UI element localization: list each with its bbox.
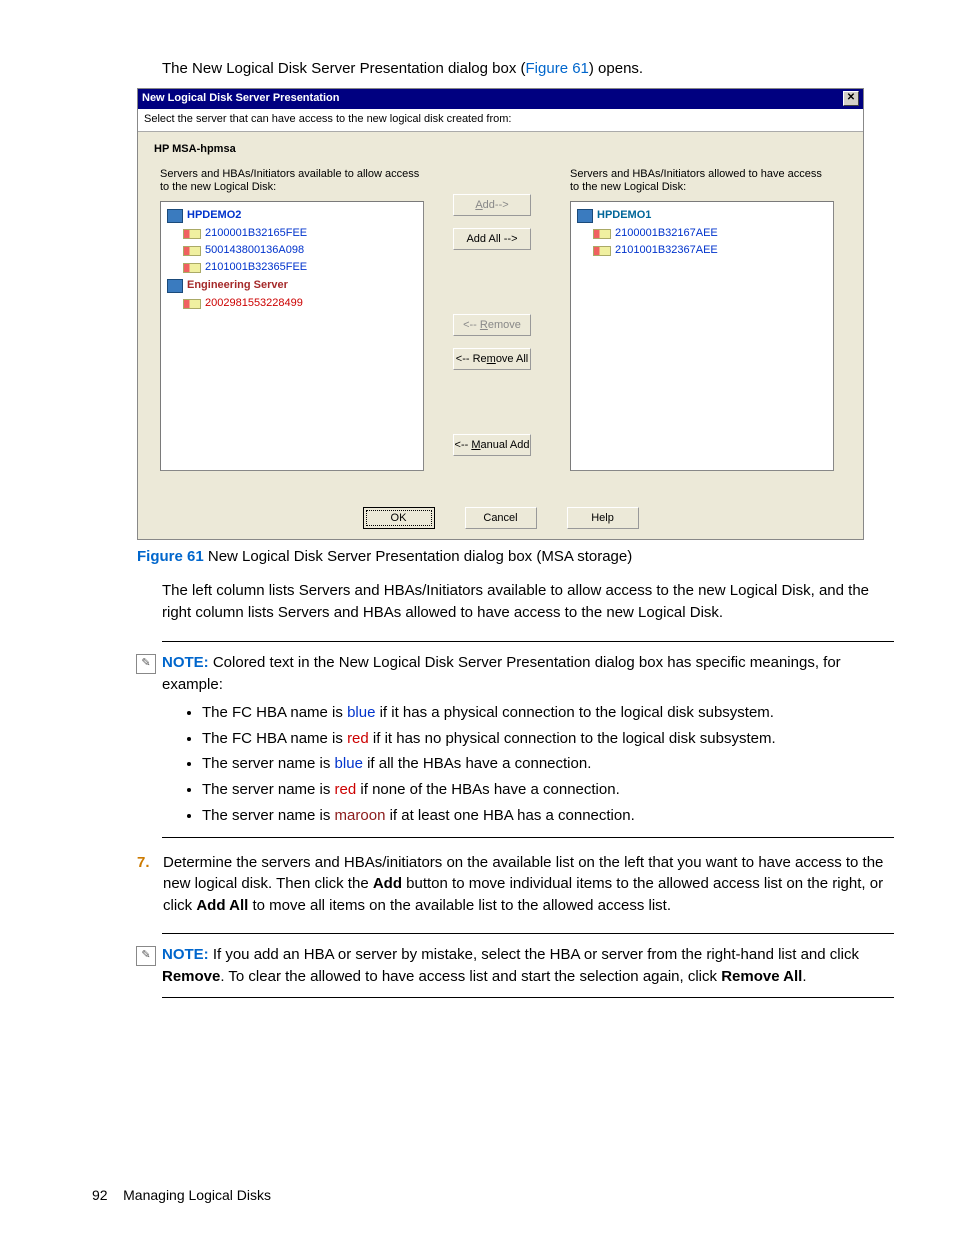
cancel-button[interactable]: Cancel (465, 507, 537, 529)
note-label: NOTE: (162, 654, 209, 671)
figure-label: Figure 61 (137, 548, 204, 565)
hba-row[interactable]: 500143800136A098 (183, 243, 417, 259)
available-caption: Servers and HBAs/Initiators available to… (142, 164, 432, 200)
dialog-device-name: HP MSA-hpmsa (138, 132, 863, 164)
hba-icon (183, 299, 201, 309)
page-number: 92 (92, 1187, 108, 1203)
hba-icon (183, 246, 201, 256)
hba-icon (183, 229, 201, 239)
allowed-listbox[interactable]: HPDEMO1 2100001B32167AEE 2101001B32367AE… (570, 201, 834, 471)
document-page: The New Logical Disk Server Presentation… (0, 0, 954, 1235)
server-label: Engineering Server (187, 278, 288, 294)
add-all-button[interactable]: Add All --> (453, 228, 531, 250)
hba-label: 2100001B32167AEE (615, 226, 718, 242)
page-footer: 92 Managing Logical Disks (92, 1185, 271, 1205)
hba-row[interactable]: 2100001B32165FEE (183, 226, 417, 242)
hba-label: 2101001B32365FEE (205, 260, 307, 276)
section-title: Managing Logical Disks (123, 1187, 271, 1203)
note-text: Colored text in the New Logical Disk Ser… (162, 654, 841, 693)
list-item: The server name is maroon if at least on… (202, 805, 894, 827)
step-number: 7. (137, 852, 150, 874)
list-item: The FC HBA name is red if it has no phys… (202, 728, 894, 750)
divider (162, 997, 894, 998)
hba-row[interactable]: 2002981553228499 (183, 296, 417, 312)
color-meaning-list: The FC HBA name is blue if it has a phys… (202, 702, 894, 827)
manual-add-button[interactable]: <-- Manual Add (453, 434, 531, 456)
hba-row[interactable]: 2101001B32367AEE (593, 243, 827, 259)
divider (162, 641, 894, 642)
hba-icon (593, 246, 611, 256)
available-listbox[interactable]: HPDEMO2 2100001B32165FEE 500143800136A09… (160, 201, 424, 471)
dialog-titlebar: New Logical Disk Server Presentation ✕ (138, 89, 863, 109)
note-icon (136, 654, 156, 674)
intro-post: ) opens. (589, 60, 643, 77)
allowed-column: Servers and HBAs/Initiators allowed to h… (552, 164, 842, 478)
dialog-screenshot: New Logical Disk Server Presentation ✕ S… (137, 88, 864, 540)
dialog-footer: OK Cancel Help (138, 477, 863, 539)
step-7: 7. Determine the servers and HBAs/initia… (137, 852, 894, 917)
hba-icon (183, 263, 201, 273)
server-label: HPDEMO2 (187, 208, 241, 224)
available-column: Servers and HBAs/Initiators available to… (142, 164, 432, 478)
figure-ref[interactable]: Figure 61 (526, 60, 589, 77)
intro-pre: The New Logical Disk Server Presentation… (162, 60, 526, 77)
server-row[interactable]: HPDEMO2 (167, 208, 417, 224)
server-icon (167, 209, 183, 223)
figure-caption: Figure 61 New Logical Disk Server Presen… (137, 546, 894, 568)
column-explanation: The left column lists Servers and HBAs/I… (162, 580, 894, 624)
hba-label: 2100001B32165FEE (205, 226, 307, 242)
dialog-instruction: Select the server that can have access t… (138, 109, 863, 132)
close-icon[interactable]: ✕ (843, 91, 859, 106)
hba-label: 500143800136A098 (205, 243, 304, 259)
hba-row[interactable]: 2101001B32365FEE (183, 260, 417, 276)
figure-caption-text: New Logical Disk Server Presentation dia… (204, 548, 633, 565)
intro-line: The New Logical Disk Server Presentation… (162, 58, 894, 80)
hba-icon (593, 229, 611, 239)
add-button[interactable]: Add--> (453, 194, 531, 216)
help-button[interactable]: Help (567, 507, 639, 529)
hba-label: 2101001B32367AEE (615, 243, 718, 259)
dialog-columns: Servers and HBAs/Initiators available to… (138, 164, 863, 478)
remove-all-button[interactable]: <-- Remove All (453, 348, 531, 370)
server-icon (167, 279, 183, 293)
divider (162, 837, 894, 838)
server-icon (577, 209, 593, 223)
divider (162, 933, 894, 934)
list-item: The FC HBA name is blue if it has a phys… (202, 702, 894, 724)
note-icon (136, 946, 156, 966)
remove-button[interactable]: <-- Remove (453, 314, 531, 336)
note-block-2: NOTE: If you add an HBA or server by mis… (162, 944, 894, 988)
list-item: The server name is red if none of the HB… (202, 779, 894, 801)
dialog-title-text: New Logical Disk Server Presentation (142, 91, 339, 107)
server-label: HPDEMO1 (597, 208, 651, 224)
ok-button[interactable]: OK (363, 507, 435, 529)
list-item: The server name is blue if all the HBAs … (202, 753, 894, 775)
note-label: NOTE: (162, 946, 209, 963)
transfer-buttons-column: Add--> Add All --> <-- Remove <-- Remove… (432, 164, 552, 478)
allowed-caption: Servers and HBAs/Initiators allowed to h… (552, 164, 842, 200)
hba-row[interactable]: 2100001B32167AEE (593, 226, 827, 242)
server-row[interactable]: HPDEMO1 (577, 208, 827, 224)
hba-label: 2002981553228499 (205, 296, 303, 312)
server-row[interactable]: Engineering Server (167, 278, 417, 294)
note-block-1: NOTE: Colored text in the New Logical Di… (162, 652, 894, 696)
